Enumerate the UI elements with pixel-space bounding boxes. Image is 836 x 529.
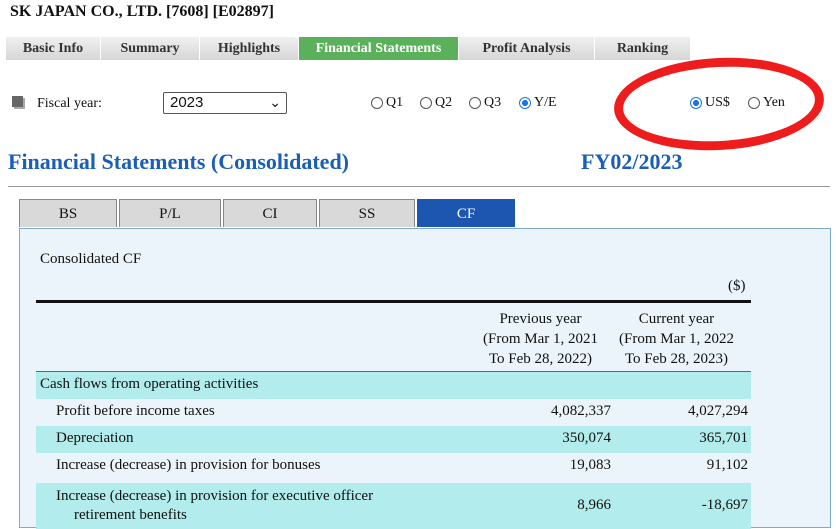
radio-q1[interactable]: Q1	[371, 95, 403, 111]
radio-q1-label: Q1	[386, 95, 404, 110]
fiscal-year-value: 2023	[170, 94, 204, 111]
row-label-line-2: retirement benefits	[74, 507, 187, 523]
tab-ranking[interactable]: Ranking	[595, 37, 691, 60]
table-row: Increase (decrease) in provision for exe…	[36, 483, 751, 529]
row-value-previous: 4,082,337	[551, 403, 611, 419]
row-value-previous: 8,966	[577, 497, 611, 513]
radio-circle	[420, 97, 432, 109]
tab-cf[interactable]: CF	[417, 199, 515, 227]
row-value-current: -18,697	[701, 497, 748, 513]
row-value-current: 91,102	[706, 457, 748, 473]
row-value-previous: 350,074	[562, 430, 611, 446]
tab-ss[interactable]: SS	[319, 199, 415, 227]
table-row: Depreciation 350,074 365,701	[36, 426, 751, 453]
table-row: Profit before income taxes 4,082,337 4,0…	[36, 399, 751, 426]
company-title: SK JAPAN CO., LTD. [7608] [E02897]	[10, 3, 275, 20]
statement-tab-bar: BS P/L CI SS CF	[19, 199, 517, 229]
row-label: Increase (decrease) in provision for exe…	[56, 487, 373, 525]
main-tab-bar: Basic Info Summary Highlights Financial …	[6, 37, 691, 61]
row-label-line-1: Increase (decrease) in provision for exe…	[56, 488, 374, 504]
row-label: Depreciation	[56, 430, 134, 446]
tab-pl[interactable]: P/L	[119, 199, 221, 227]
radio-circle	[469, 97, 481, 109]
table-row: Increase (decrease) in provision for bon…	[36, 453, 751, 483]
page-title: Financial Statements (Consolidated)	[8, 149, 349, 174]
row-value-current: 365,701	[699, 430, 748, 446]
radio-circle-selected	[519, 97, 531, 109]
row-label: Cash flows from operating activities	[40, 376, 259, 392]
red-highlight-circle	[611, 52, 827, 156]
tab-highlights[interactable]: Highlights	[200, 37, 299, 60]
tab-profit-analysis[interactable]: Profit Analysis	[459, 37, 595, 60]
table-row-section: Cash flows from operating activities	[36, 372, 751, 399]
currency-note: ($)	[728, 278, 746, 294]
row-label: Increase (decrease) in provision for bon…	[56, 457, 321, 473]
tab-basic-info[interactable]: Basic Info	[6, 37, 101, 60]
fiscal-year-select[interactable]: 2023 ⌄	[163, 92, 287, 114]
tab-summary[interactable]: Summary	[101, 37, 200, 60]
cf-panel: Consolidated CF ($) Previous year (From …	[19, 228, 831, 529]
table-caption: Consolidated CF	[40, 251, 142, 267]
radio-circle	[371, 97, 383, 109]
column-header-previous-year: Previous year (From Mar 1, 2021 To Feb 2…	[483, 311, 598, 367]
radio-ye-label: Y/E	[534, 95, 557, 110]
column-header-current-year: Current year (From Mar 1, 2022 To Feb 28…	[619, 311, 734, 367]
row-value-previous: 19,083	[569, 457, 611, 473]
tab-ci[interactable]: CI	[223, 199, 317, 227]
title-divider	[8, 186, 830, 187]
fiscal-period-title: FY02/2023	[581, 149, 683, 174]
tab-financial-statements[interactable]: Financial Statements	[299, 37, 459, 60]
radio-q3[interactable]: Q3	[469, 95, 501, 111]
tab-bs[interactable]: BS	[19, 199, 117, 227]
radio-q3-label: Q3	[484, 95, 502, 110]
row-label: Profit before income taxes	[56, 403, 215, 419]
row-value-current: 4,027,294	[688, 403, 748, 419]
table-top-rule	[36, 300, 751, 303]
radio-q2[interactable]: Q2	[420, 95, 452, 111]
radio-ye[interactable]: Y/E	[519, 95, 557, 111]
radio-q2-label: Q2	[435, 95, 453, 110]
chevron-down-icon: ⌄	[269, 94, 281, 110]
fiscal-year-label: Fiscal year:	[37, 96, 102, 111]
square-bullet-icon	[12, 96, 23, 107]
